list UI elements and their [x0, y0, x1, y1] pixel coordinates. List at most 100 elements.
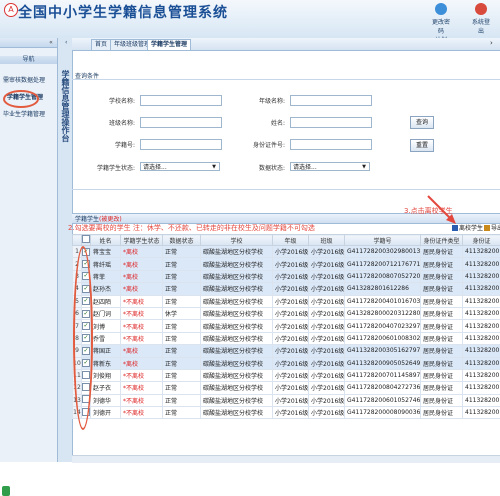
- sidebar-collapse-button[interactable]: «: [47, 39, 55, 46]
- cell-school: 碳酸盐湖地区分校学校: [201, 307, 273, 319]
- cell-name: 赵子衣: [91, 382, 121, 394]
- table-row[interactable]: 7✓刘博*不离校正常碳酸盐湖地区分校学校小学2016级小学2016级1班G411…: [73, 320, 500, 332]
- name-input[interactable]: [290, 117, 372, 128]
- reset-button[interactable]: 重置: [410, 139, 434, 152]
- school-input[interactable]: [140, 95, 222, 106]
- tab-scroll-right[interactable]: ›: [490, 39, 493, 47]
- cell-school: 碳酸盐湖地区分校学校: [201, 407, 273, 419]
- table-row[interactable]: 10✓蒋新东*离校正常碳酸盐湖地区分校学校小学2016级小学2016级1班G41…: [73, 357, 500, 369]
- cell-school: 碳酸盐湖地区分校学校: [201, 357, 273, 369]
- cell-grade: 小学2016级: [273, 270, 309, 282]
- table-row[interactable]: 9✓蒋国正*离校正常碳酸盐湖地区分校学校小学2016级小学2016级1班G411…: [73, 345, 500, 357]
- cell-cls: 小学2016级1班: [309, 357, 345, 369]
- data-status-label: 数据状态:: [225, 163, 285, 172]
- cell-cls: 小学2016级1班: [309, 283, 345, 295]
- id-card-input[interactable]: [290, 139, 372, 150]
- cell-status: *离校: [121, 357, 163, 369]
- sidebar-section-title[interactable]: 导航: [0, 56, 57, 64]
- cell-school: 碳酸盐湖地区分校学校: [201, 246, 273, 258]
- export-icon: [484, 225, 490, 231]
- tab-scroll-left[interactable]: ‹: [62, 38, 70, 48]
- sidebar-item-graduates[interactable]: 毕业生学籍管理: [3, 110, 55, 119]
- cell-status: *离校: [121, 283, 163, 295]
- grid-title-text: 学籍学生: [75, 216, 99, 223]
- table-row[interactable]: 4✓赵孙杰*离校正常碳酸盐湖地区分校学校小学2016级小学2016级1班G413…: [73, 283, 500, 295]
- cell-data: 正常: [163, 283, 201, 295]
- class-input[interactable]: [140, 117, 222, 128]
- table-row[interactable]: 3✓蒋菲*离校正常碳酸盐湖地区分校学校小学2016级小学2016级1班G4117…: [73, 270, 500, 282]
- highlight-circle: [3, 90, 39, 108]
- id-card-label: 身份证件号:: [225, 140, 285, 149]
- cell-id: G411328200305162797: [345, 345, 421, 357]
- cell-grade: 小学2016级: [273, 320, 309, 332]
- cell-data: 正常: [163, 258, 201, 270]
- select-all-checkbox[interactable]: [82, 235, 90, 243]
- column-header[interactable]: [82, 235, 91, 246]
- table-row[interactable]: 1✓蒋宝宝*离校正常碳酸盐湖地区分校学校小学2016级小学2016级1班G411…: [73, 246, 500, 258]
- cell-cls: 小学2016级1班: [309, 407, 345, 419]
- table-row[interactable]: 14刘德开*不离校正常碳酸盐湖地区分校学校小学2016级小学2016级1班G41…: [73, 407, 500, 419]
- grid-title: 学籍学生(被更改): [75, 214, 122, 223]
- query-form: [72, 79, 500, 190]
- sidebar-item-review[interactable]: 需审核数据处理: [3, 76, 55, 85]
- cell-idno: 411328200: [463, 407, 500, 419]
- cell-cls: 小学2016级1班: [309, 307, 345, 319]
- leave-school-button[interactable]: 离校学生: [452, 224, 483, 233]
- cell-name: 蒋菲: [91, 270, 121, 282]
- cell-idno: 411328200: [463, 394, 500, 406]
- cell-status: *不离校: [121, 320, 163, 332]
- cell-idno: 411328200: [463, 283, 500, 295]
- cell-idtype: 居民身份证: [421, 394, 463, 406]
- cell-name: 蒋国正: [91, 345, 121, 357]
- table-row[interactable]: 12赵子衣*不离校正常碳酸盐湖地区分校学校小学2016级小学2016级1班G41…: [73, 382, 500, 394]
- table-row[interactable]: 2✓蒋纤瑶*离校正常碳酸盐湖地区分校学校小学2016级小学2016级1班G411…: [73, 258, 500, 270]
- cell-idno: 411328200: [463, 345, 500, 357]
- search-button[interactable]: 查询: [410, 116, 434, 129]
- cell-cls: 小学2016级1班: [309, 382, 345, 394]
- grid-body: 1✓蒋宝宝*离校正常碳酸盐湖地区分校学校小学2016级小学2016级1班G411…: [73, 246, 500, 419]
- cell-name: 刘德华: [91, 394, 121, 406]
- column-header: [73, 235, 82, 246]
- table-row[interactable]: 11刘俊翔*不离校正常碳酸盐湖地区分校学校小学2016级小学2016级1班G41…: [73, 369, 500, 381]
- cell-grade: 小学2016级: [273, 295, 309, 307]
- change-password-label: 更改密码: [430, 17, 452, 35]
- cell-data: 正常: [163, 345, 201, 357]
- student-status-select[interactable]: 请选择... ▼: [140, 162, 220, 171]
- table-row[interactable]: 13刘德华*不离校正常碳酸盐湖地区分校学校小学2016级小学2016级1班G41…: [73, 394, 500, 406]
- cell-idtype: 居民身份证: [421, 407, 463, 419]
- grid-title-note: (被更改): [99, 216, 122, 223]
- leave-school-label: 离校学生: [459, 225, 483, 232]
- cell-data: 正常: [163, 270, 201, 282]
- cell-idtype: 居民身份证: [421, 258, 463, 270]
- cell-status: *不离校: [121, 307, 163, 319]
- table-row[interactable]: 8✓乔雪*不离校正常碳酸盐湖地区分校学校小学2016级小学2016级1班G411…: [73, 332, 500, 344]
- tab-home[interactable]: 首页: [91, 39, 111, 50]
- grade-input[interactable]: [290, 95, 372, 106]
- student-id-input[interactable]: [140, 139, 222, 150]
- cell-idno: 411328200: [463, 369, 500, 381]
- export-button[interactable]: 导出: [484, 224, 500, 233]
- cell-grade: 小学2016级: [273, 332, 309, 344]
- status-icon: [2, 486, 10, 496]
- student-grid: 姓名学籍学生状态数据状态学校年级班级学籍号身份证件类型身份证 1✓蒋宝宝*离校正…: [72, 234, 500, 419]
- table-row[interactable]: 5✓赵四陌*不离校正常碳酸盐湖地区分校学校小学2016级小学2016级1班G41…: [73, 295, 500, 307]
- column-header: 学籍号: [345, 235, 421, 246]
- column-header: 年级: [273, 235, 309, 246]
- cell-id: G411728200008090036: [345, 407, 421, 419]
- tab-student-management[interactable]: 学籍学生管理: [147, 39, 191, 50]
- cell-id: G413282801612286: [345, 283, 421, 295]
- cell-idtype: 居民身份证: [421, 357, 463, 369]
- cell-data: 正常: [163, 369, 201, 381]
- cell-status: *离校: [121, 270, 163, 282]
- table-row[interactable]: 6✓赵门词*不离校休学碳酸盐湖地区分校学校小学2016级小学2016级1班G41…: [73, 307, 500, 319]
- data-status-select[interactable]: 请选择... ▼: [290, 162, 370, 171]
- logout-button[interactable]: 系统登出: [470, 3, 492, 35]
- cell-name: 赵四陌: [91, 295, 121, 307]
- cell-status: *离校: [121, 345, 163, 357]
- cell-idtype: 居民身份证: [421, 345, 463, 357]
- cell-grade: 小学2016级: [273, 394, 309, 406]
- power-icon: [475, 3, 487, 15]
- cell-idno: 411328200: [463, 332, 500, 344]
- cell-cls: 小学2016级1班: [309, 258, 345, 270]
- grade-label: 年级名称:: [225, 96, 285, 105]
